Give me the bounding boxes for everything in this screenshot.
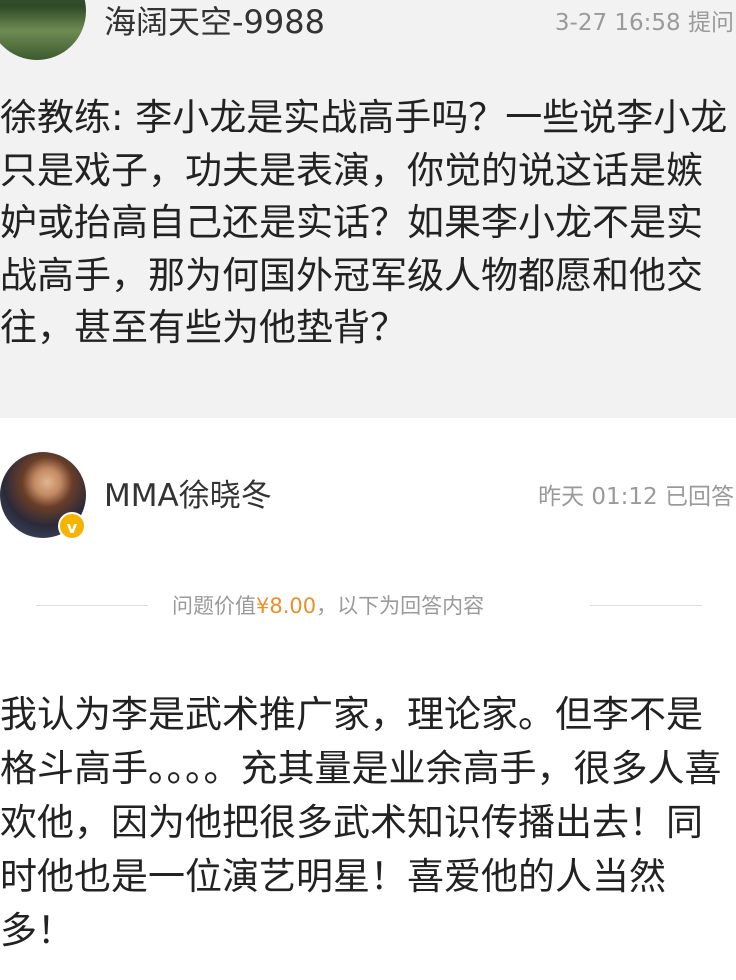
price-prefix: 问题价值 [172,594,256,618]
answerer-header: v MMA徐晓冬 昨天 01:12 已回答 [0,418,736,558]
price-label: 问题价值¥8.00，以下为回答内容 [172,590,484,622]
divider-line-left [36,605,148,606]
verified-badge-icon: v [58,512,86,540]
asker-name[interactable]: 海阔天空-9988 [104,2,325,42]
question-header: 海阔天空-9988 3-27 16:58 提问 [0,0,736,76]
question-timestamp: 3-27 16:58 提问 [554,10,734,36]
price-divider: 问题价值¥8.00，以下为回答内容 [0,588,736,624]
asker-avatar[interactable] [0,0,86,60]
price-suffix: ，以下为回答内容 [316,594,485,618]
answerer-name[interactable]: MMA徐晓冬 [104,476,272,516]
price-amount: ¥8.00 [256,594,317,618]
answer-text: 我认为李是武术推广家，理论家。但李不是格斗高手。。。。充其量是业余高手，很多人喜… [0,693,722,952]
answer-timestamp: 昨天 01:12 已回答 [538,484,734,510]
question-card: 海阔天空-9988 3-27 16:58 提问 徐教练: 李小龙是实战高手吗？一… [0,0,736,418]
divider-line-right [590,605,702,606]
question-text: 徐教练: 李小龙是实战高手吗？一些说李小龙只是戏子，功夫是表演，你觉的说这话是嫉… [0,96,728,349]
